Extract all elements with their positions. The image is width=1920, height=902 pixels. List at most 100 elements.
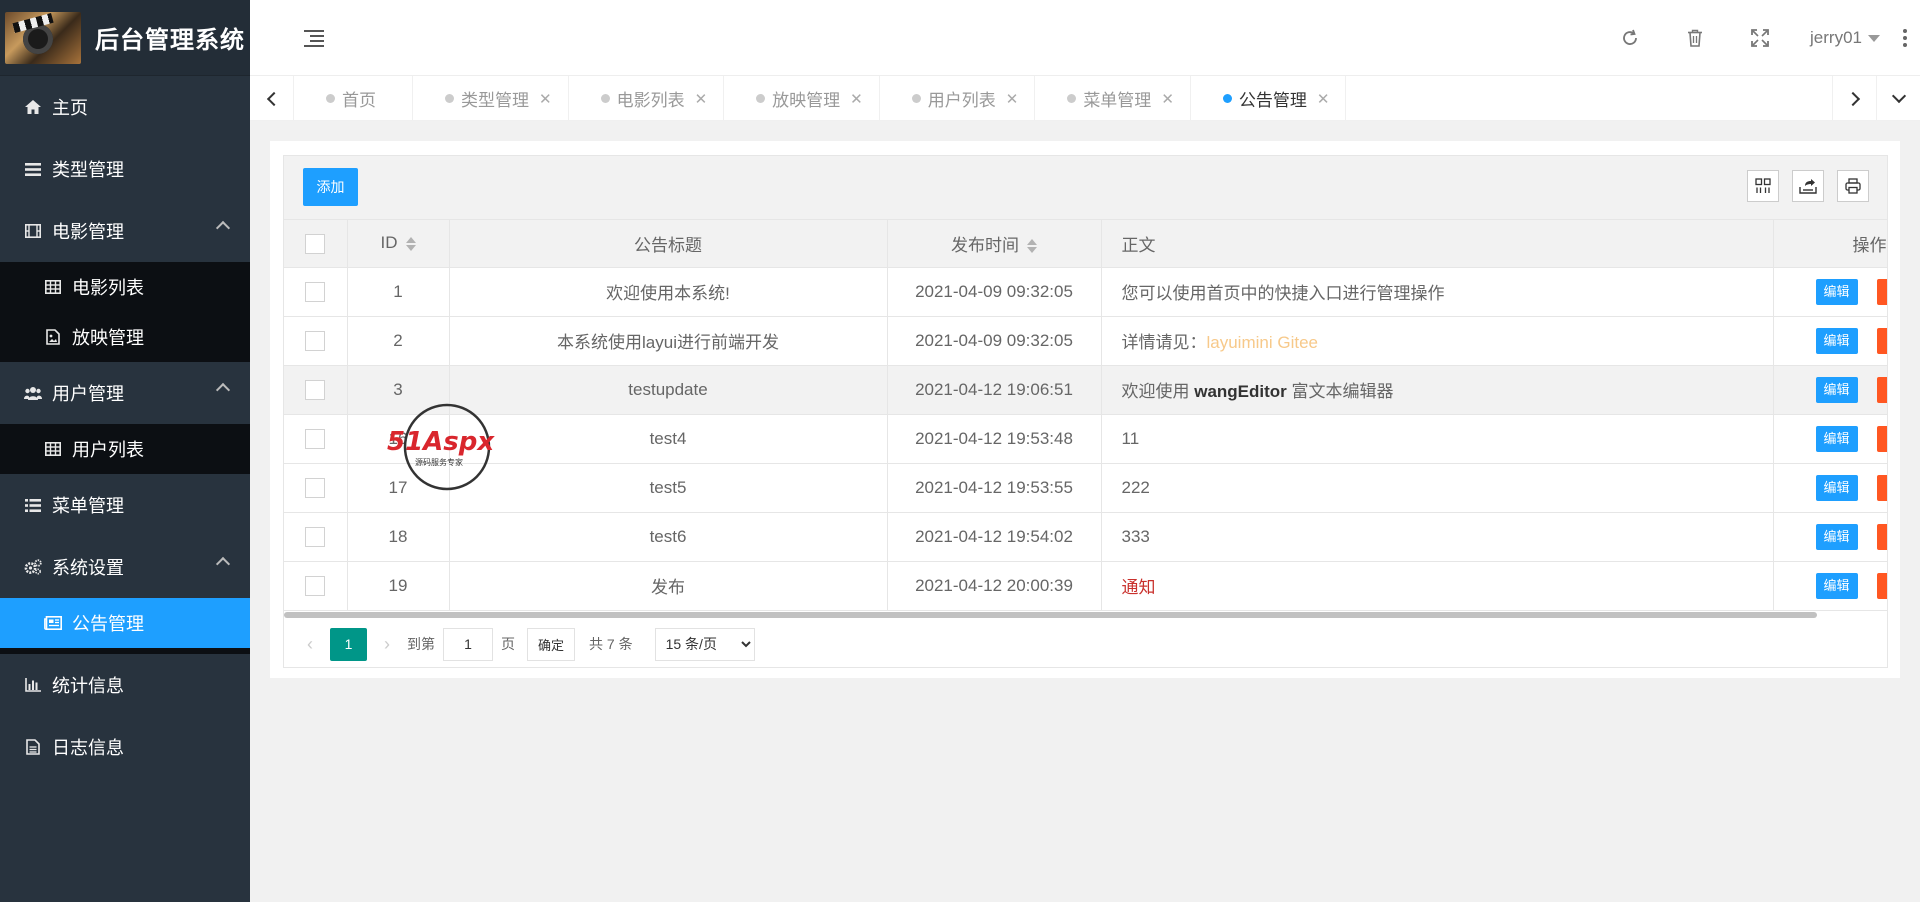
tab-home[interactable]: 首页: [294, 76, 413, 121]
logo[interactable]: 后台管理系统: [0, 0, 250, 76]
cell-actions: 编辑: [1773, 463, 1888, 513]
export-icon[interactable]: [1792, 170, 1824, 202]
close-icon[interactable]: ✕: [850, 90, 863, 108]
sidebar-item-menus[interactable]: 菜单管理: [0, 474, 250, 536]
edit-button[interactable]: 编辑: [1815, 572, 1858, 599]
close-icon[interactable]: ✕: [1161, 90, 1174, 108]
horizontal-scrollbar[interactable]: [284, 612, 1817, 618]
tab-screenings[interactable]: 放映管理 ✕: [724, 76, 880, 121]
sidebar-item-screenings[interactable]: 放映管理: [0, 312, 250, 362]
row-checkbox[interactable]: [305, 575, 326, 596]
sidebar-item-logs[interactable]: 日志信息: [0, 716, 250, 778]
trash-icon[interactable]: [1662, 0, 1727, 76]
gears-icon: [24, 559, 42, 575]
main-content: 添加 ID 公告标题 发布时间 正文 操作 1 欢迎使用本系统! 2021-04…: [270, 141, 1900, 678]
row-checkbox[interactable]: [305, 477, 326, 498]
close-icon[interactable]: ✕: [539, 90, 552, 108]
edit-button[interactable]: 编辑: [1815, 425, 1858, 452]
sidebar-item-home[interactable]: 主页: [0, 76, 250, 138]
cell-time: 2021-04-12 19:53:55: [887, 463, 1102, 513]
cell-actions: 编辑: [1773, 365, 1888, 415]
delete-button[interactable]: [1876, 572, 1886, 599]
row-checkbox[interactable]: [305, 526, 326, 547]
cell-time: 2021-04-12 19:06:51: [887, 365, 1102, 415]
tab-label: 放映管理: [772, 91, 841, 110]
tab-label: 电影列表: [616, 91, 685, 110]
tab-movie-list[interactable]: 电影列表 ✕: [569, 76, 725, 121]
tab-menus[interactable]: 菜单管理 ✕: [1035, 76, 1191, 121]
edit-button[interactable]: 编辑: [1815, 376, 1858, 403]
table-row: 18 test6 2021-04-12 19:54:02 333 编辑: [284, 512, 1888, 562]
gitee-link[interactable]: layuimini Gitee: [1207, 333, 1319, 352]
row-checkbox[interactable]: [305, 379, 326, 400]
user-menu[interactable]: jerry01: [1792, 28, 1890, 48]
header: jerry01: [250, 0, 1920, 76]
cell-id: 16: [347, 414, 450, 464]
data-table: ID 公告标题 发布时间 正文 操作 1 欢迎使用本系统! 2021-04-09…: [284, 220, 1888, 611]
tab-types[interactable]: 类型管理 ✕: [413, 76, 569, 121]
close-icon[interactable]: ✕: [695, 90, 708, 108]
close-icon[interactable]: ✕: [1317, 90, 1330, 108]
select-all-checkbox[interactable]: [305, 233, 326, 254]
delete-button[interactable]: [1876, 376, 1886, 403]
sidebar-item-stats[interactable]: 统计信息: [0, 654, 250, 716]
confirm-page-button[interactable]: 确定: [527, 627, 576, 661]
sidebar-toggle-icon[interactable]: [304, 30, 324, 47]
more-vertical-icon[interactable]: [1890, 0, 1920, 76]
sort-icon[interactable]: [1027, 239, 1037, 254]
cell-actions: 编辑: [1773, 561, 1888, 611]
add-button[interactable]: 添加: [303, 168, 358, 206]
tab-scroll-left-button[interactable]: [250, 76, 294, 121]
table-header-row: ID 公告标题 发布时间 正文 操作: [284, 220, 1888, 268]
cell-id: 18: [347, 512, 450, 562]
delete-button[interactable]: [1876, 327, 1886, 354]
column-header-time[interactable]: 发布时间: [887, 220, 1102, 268]
row-checkbox[interactable]: [305, 330, 326, 351]
header-actions: jerry01: [1597, 0, 1920, 76]
delete-button[interactable]: [1876, 278, 1886, 305]
sidebar-item-user-list[interactable]: 用户列表: [0, 424, 250, 474]
edit-button[interactable]: 编辑: [1815, 327, 1858, 354]
total-count: 共 7 条: [589, 636, 633, 652]
refresh-icon[interactable]: [1597, 0, 1662, 76]
tab-options-button[interactable]: [1876, 76, 1920, 121]
chevron-up-icon: [215, 382, 231, 398]
fullscreen-icon[interactable]: [1727, 0, 1792, 76]
edit-button[interactable]: 编辑: [1815, 523, 1858, 550]
cell-time: 2021-04-09 09:32:05: [887, 267, 1102, 317]
tab-notices[interactable]: 公告管理 ✕: [1191, 76, 1347, 121]
row-checkbox[interactable]: [305, 281, 326, 302]
row-checkbox[interactable]: [305, 428, 326, 449]
sidebar-item-types[interactable]: 类型管理: [0, 138, 250, 200]
edit-button[interactable]: 编辑: [1815, 278, 1858, 305]
chevron-right-icon: [1845, 91, 1860, 106]
delete-button[interactable]: [1876, 474, 1886, 501]
close-icon[interactable]: ✕: [1006, 90, 1019, 108]
cell-title: 欢迎使用本系统!: [449, 267, 888, 317]
column-header-id[interactable]: ID: [347, 220, 450, 268]
cell-body: 欢迎使用 wangEditor 富文本编辑器: [1101, 365, 1774, 415]
tab-dot: [756, 94, 766, 103]
page-input[interactable]: [443, 627, 493, 661]
prev-page-icon[interactable]: ‹: [298, 634, 322, 655]
print-icon[interactable]: [1837, 170, 1869, 202]
tab-label: 类型管理: [461, 91, 529, 110]
sidebar-item-settings[interactable]: 系统设置: [0, 536, 250, 598]
table-tools: [1747, 170, 1869, 202]
page-size-select[interactable]: 15 条/页: [654, 627, 755, 661]
cell-actions: 编辑: [1773, 414, 1888, 464]
sidebar-item-movies[interactable]: 电影管理: [0, 200, 250, 262]
sidebar-item-notices[interactable]: 公告管理: [0, 598, 250, 648]
page-current[interactable]: 1: [330, 627, 367, 661]
tab-scroll-right-button[interactable]: [1832, 76, 1876, 121]
next-page-icon[interactable]: ›: [375, 634, 399, 655]
tab-user-list[interactable]: 用户列表 ✕: [880, 76, 1036, 121]
delete-button[interactable]: [1876, 523, 1886, 550]
sort-icon[interactable]: [405, 236, 416, 251]
edit-button[interactable]: 编辑: [1815, 474, 1858, 501]
sidebar-item-movie-list[interactable]: 电影列表: [0, 262, 250, 312]
sidebar-item-users[interactable]: 用户管理: [0, 362, 250, 424]
delete-button[interactable]: [1876, 425, 1886, 452]
columns-filter-icon[interactable]: [1747, 170, 1779, 202]
submenu-movies: 电影列表 放映管理: [0, 262, 250, 362]
